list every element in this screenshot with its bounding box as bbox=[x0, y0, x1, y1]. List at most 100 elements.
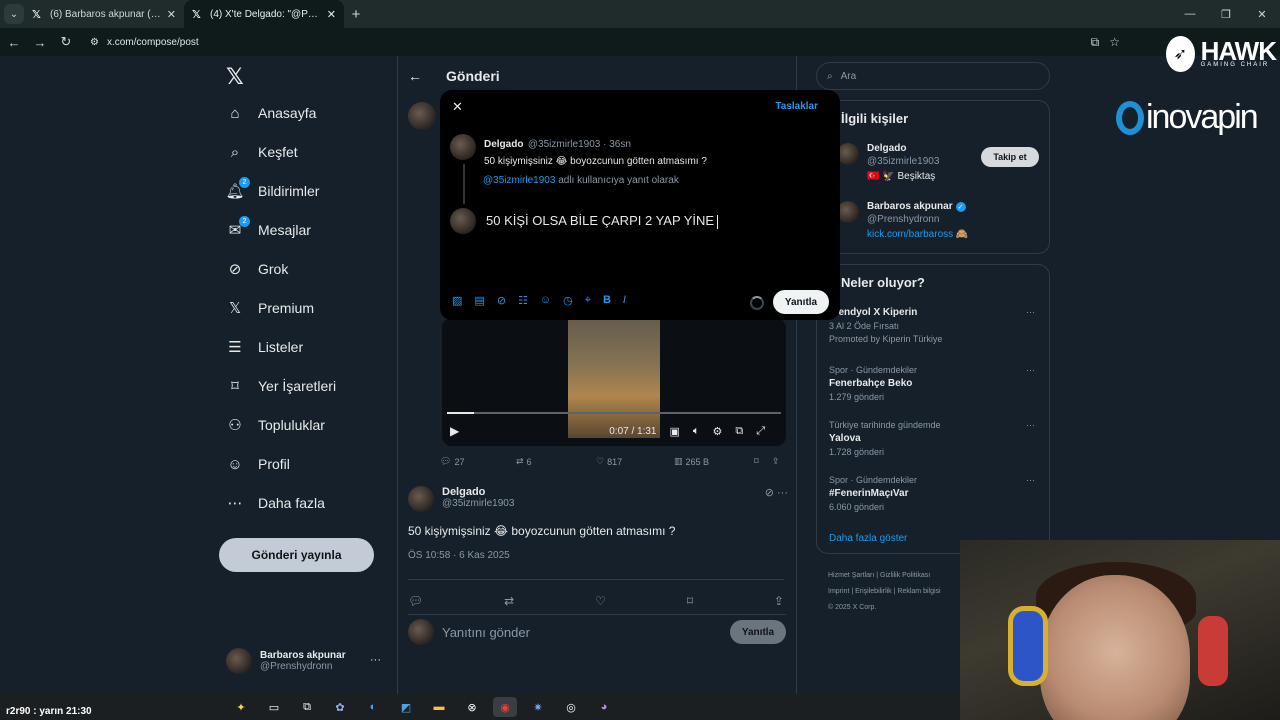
related-person[interactable]: Delgado @35izmirle1903 🇹🇷 🦅 Beşiktaş bbox=[837, 143, 939, 182]
reload-icon[interactable]: ↻ bbox=[54, 34, 78, 50]
explorer-icon[interactable]: ▬ bbox=[427, 697, 451, 717]
browser-tab-2[interactable]: 𝕏 (4) X'te Delgado: "@Prenshydronn ✕ bbox=[184, 0, 344, 28]
store-icon[interactable]: ◩ bbox=[394, 697, 418, 717]
x-logo-icon[interactable]: 𝕏 bbox=[226, 64, 244, 90]
sidebar-item-home[interactable]: ⌂ Anasayfa bbox=[226, 104, 316, 122]
schedule-icon[interactable]: ◷ bbox=[563, 294, 573, 307]
like-count[interactable]: ♡ 817 bbox=[596, 456, 674, 467]
steam-icon[interactable]: ✷ bbox=[526, 697, 550, 717]
replying-to-handle[interactable]: @35izmirle1903 bbox=[483, 175, 555, 186]
play-icon[interactable]: ▶ bbox=[450, 424, 459, 438]
reply-input[interactable]: Yanıtını gönder bbox=[442, 625, 722, 640]
task-view-icon[interactable]: ⧉ bbox=[295, 697, 319, 717]
install-app-icon[interactable]: ⧉ bbox=[1091, 35, 1100, 50]
pip-icon[interactable]: ⧉ bbox=[735, 425, 743, 438]
image-icon[interactable]: ▨ bbox=[452, 294, 462, 307]
restore-icon[interactable]: ❐ bbox=[1208, 0, 1244, 28]
bookmark-star-icon[interactable]: ☆ bbox=[1109, 35, 1120, 50]
back-arrow-icon[interactable]: ← bbox=[408, 68, 422, 84]
compose-area[interactable]: 50 KİŞİ OLSA BİLE ÇARPI 2 YAP YİNE bbox=[450, 208, 719, 234]
grok-icon[interactable]: ⊘ bbox=[497, 294, 506, 307]
more-icon[interactable]: ··· bbox=[1026, 307, 1035, 317]
sidebar-item-premium[interactable]: 𝕏 Premium bbox=[226, 299, 314, 317]
location-icon[interactable]: ⌖ bbox=[585, 294, 591, 307]
video-progress[interactable] bbox=[447, 412, 781, 414]
forward-icon[interactable]: → bbox=[28, 35, 52, 50]
sidebar-item-profile[interactable]: ☺ Profil bbox=[226, 455, 290, 473]
browser-tab-1[interactable]: 𝕏 (6) Barbaros akpunar (@Prenshydronn ✕ bbox=[24, 0, 184, 28]
tweet-author-handle[interactable]: @35izmirle1903 bbox=[442, 498, 514, 509]
xbox-icon[interactable]: ⊗ bbox=[460, 697, 484, 717]
trend-item[interactable]: Türkiye tarihinde gündemde Yalova 1.728 … bbox=[829, 420, 1039, 457]
italic-icon[interactable]: I bbox=[623, 294, 626, 307]
reply-icon[interactable]: 💬︎ bbox=[408, 594, 423, 608]
submit-reply-button[interactable]: Yanıtla bbox=[773, 290, 829, 314]
window-close-icon[interactable]: ✕ bbox=[1244, 0, 1280, 28]
gif-icon[interactable]: ▤ bbox=[474, 294, 484, 307]
person-link[interactable]: kick.com/barbaross 🙈 bbox=[867, 229, 968, 240]
tab-close-icon[interactable]: ✕ bbox=[167, 8, 176, 21]
grok-icon[interactable]: ⊘ ··· bbox=[765, 486, 788, 512]
footer-link[interactable]: Imprint bbox=[828, 588, 849, 595]
sparkle-icon[interactable]: ✦ bbox=[229, 697, 253, 717]
repost-count[interactable]: ⇄ 6 bbox=[516, 456, 596, 467]
sidebar-item-bookmarks[interactable]: ⌑ Yer İşaretleri bbox=[226, 377, 336, 395]
sidebar-item-explore[interactable]: ⌕ Keşfet bbox=[226, 143, 298, 161]
avatar[interactable] bbox=[408, 486, 434, 512]
obs-icon[interactable]: ◎ bbox=[559, 697, 583, 717]
sidebar-item-more[interactable]: ⋯ Daha fazla bbox=[226, 494, 325, 512]
trend-item[interactable]: Spor · Gündemdekiler Fenerbahçe Beko 1.2… bbox=[829, 365, 1039, 402]
post-button[interactable]: Gönderi yayınla bbox=[219, 538, 374, 572]
tab-search-chevron-icon[interactable]: ⌄ bbox=[4, 4, 24, 24]
sidebar-item-grok[interactable]: ⊘ Grok bbox=[226, 260, 289, 278]
heart-icon[interactable]: ♡ bbox=[595, 594, 606, 608]
sidebar-item-notifications[interactable]: 🔔︎ 2 Bildirimler bbox=[225, 177, 319, 200]
edge-icon[interactable]: ◐ bbox=[361, 697, 385, 717]
bookmark-icon[interactable]: ⌑ bbox=[687, 594, 693, 608]
share-icon[interactable]: ⇪ bbox=[774, 594, 784, 608]
account-switcher[interactable]: Barbaros akpunar @Prenshydronn ··· bbox=[226, 648, 396, 674]
fullscreen-icon[interactable]: ⤢ bbox=[756, 425, 765, 438]
more-icon[interactable]: ··· bbox=[1026, 365, 1035, 375]
sidebar-item-lists[interactable]: ☰ Listeler bbox=[226, 338, 303, 356]
copilot-icon[interactable]: ✿ bbox=[328, 697, 352, 717]
footer-link[interactable]: Hizmet Şartları bbox=[828, 572, 874, 579]
volume-icon[interactable]: 🔈︎ bbox=[693, 425, 700, 438]
bookmark-icon[interactable]: ⌑ bbox=[754, 456, 772, 467]
share-icon[interactable]: ⇪ bbox=[772, 456, 780, 467]
footer-link[interactable]: Erişilebilirlik bbox=[855, 588, 892, 595]
folder-icon[interactable]: ▭ bbox=[262, 697, 286, 717]
chrome-icon[interactable]: ◉ bbox=[493, 697, 517, 717]
minimize-icon[interactable]: — bbox=[1172, 0, 1208, 28]
reply-button[interactable]: Yanıtla bbox=[730, 620, 786, 644]
close-icon[interactable]: ✕ bbox=[452, 99, 463, 115]
reply-count[interactable]: 💬︎ 27 bbox=[440, 456, 516, 467]
url-field[interactable]: ⚙ x.com/compose/post bbox=[84, 31, 1091, 53]
view-count[interactable]: ▥ 265 B bbox=[674, 456, 754, 467]
footer-link[interactable]: Gizlilik Politikası bbox=[880, 572, 930, 579]
new-tab-icon[interactable]: + bbox=[344, 6, 368, 23]
more-icon[interactable]: ··· bbox=[1026, 420, 1035, 430]
footer-link[interactable]: Reklam bilgisi bbox=[897, 588, 940, 595]
show-more-link[interactable]: Daha fazla göster bbox=[829, 533, 907, 544]
sidebar-item-communities[interactable]: ⚇ Topluluklar bbox=[226, 416, 325, 434]
tweet-author-name[interactable]: Delgado bbox=[442, 486, 514, 498]
drafts-button[interactable]: Taslaklar bbox=[775, 101, 818, 112]
captions-icon[interactable]: ▣ bbox=[670, 425, 680, 438]
related-person[interactable]: Barbaros akpunar ✓ @Prenshydronn kick.com… bbox=[837, 201, 968, 240]
back-icon[interactable]: ← bbox=[2, 35, 26, 50]
trend-item[interactable]: Trendyol X Kiperin 3 Al 2 Öde Fırsatı Pr… bbox=[829, 307, 1039, 344]
trend-item[interactable]: Spor · Gündemdekiler #FenerinMaçıVar 6.0… bbox=[829, 475, 1039, 512]
discord-icon[interactable]: ◕ bbox=[592, 697, 616, 717]
video-player[interactable]: ▶ 0:07 / 1:31 ▣ 🔈︎ ⚙ ⧉ ⤢ bbox=[442, 318, 786, 446]
repost-icon[interactable]: ⇄ bbox=[504, 594, 514, 608]
bold-icon[interactable]: B bbox=[603, 294, 611, 307]
emoji-icon[interactable]: ☺ bbox=[540, 294, 551, 307]
more-icon[interactable]: ··· bbox=[370, 654, 381, 666]
search-input[interactable]: ⌕ Ara bbox=[816, 62, 1050, 90]
poll-icon[interactable]: ☷ bbox=[518, 294, 528, 307]
sidebar-item-messages[interactable]: ✉ 2 Mesajlar bbox=[226, 216, 311, 239]
site-info-icon[interactable]: ⚙ bbox=[90, 37, 99, 48]
tab-close-icon[interactable]: ✕ bbox=[327, 8, 336, 21]
more-icon[interactable]: ··· bbox=[1026, 475, 1035, 485]
